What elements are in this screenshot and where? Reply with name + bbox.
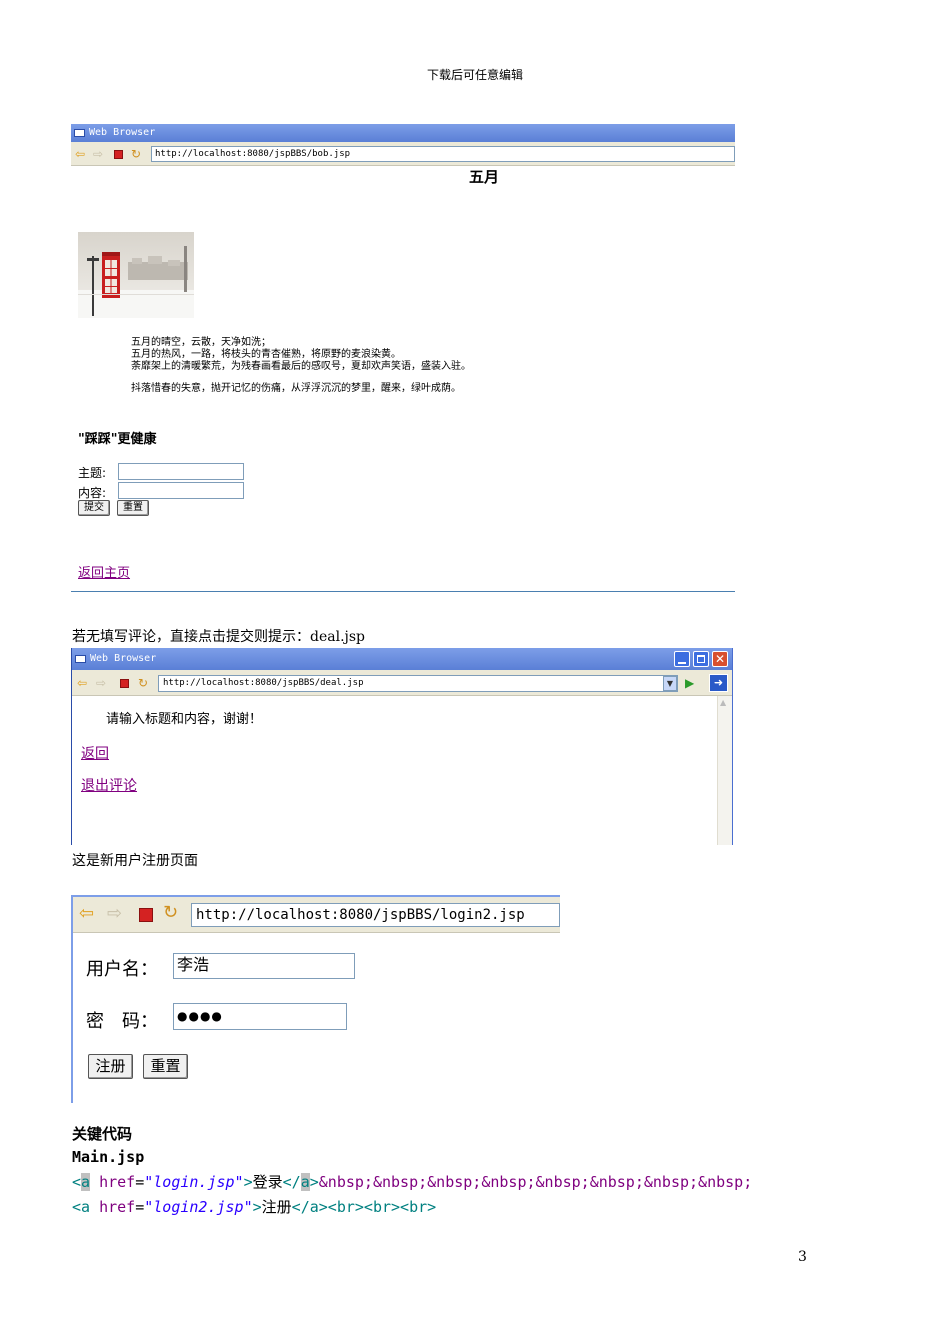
- code-token: <a: [72, 1198, 91, 1216]
- stop-icon[interactable]: [139, 908, 153, 922]
- code-token: >: [243, 1173, 253, 1191]
- back-arrow-icon[interactable]: ⇦: [79, 905, 94, 923]
- code-token: href: [90, 1173, 136, 1191]
- page-content: 五月 五月的晴空，云散，天净如洗； 五月的热风，一路，将枝头的青杏催熟，将原野的…: [71, 166, 735, 594]
- paragraph-deal: 若无填写评论，直接点击提交则提示：deal.jsp: [72, 629, 366, 645]
- forward-arrow-icon[interactable]: ⇨: [96, 676, 106, 690]
- code-token: a: [300, 1173, 310, 1191]
- code-token: "login.jsp": [144, 1173, 244, 1191]
- browser-window-deal: Web Browser ✕ ⇦ ⇨ ↻ http://localhost:808…: [71, 648, 733, 845]
- refresh-icon[interactable]: ↻: [131, 147, 141, 161]
- code-token: 登录: [252, 1173, 283, 1191]
- code-token: </: [282, 1173, 301, 1191]
- stop-icon[interactable]: [114, 150, 123, 159]
- reset-button[interactable]: 重置: [143, 1054, 188, 1079]
- page-header: 下载后可任意编辑: [426, 68, 523, 82]
- address-text: http://localhost:8080/jspBBS/login2.jsp: [196, 907, 525, 923]
- minimize-button[interactable]: [674, 651, 690, 667]
- home-link[interactable]: 返回主页: [78, 562, 130, 581]
- code-token: a: [81, 1173, 91, 1191]
- code-token: =: [135, 1173, 145, 1191]
- address-bar[interactable]: http://localhost:8080/jspBBS/deal.jsp: [158, 675, 678, 692]
- poem-block: 五月的晴空，云散，天净如洗； 五月的热风，一路，将枝头的青杏催熟，将原野的麦浪染…: [131, 337, 471, 395]
- browser-toolbar: ⇦ ⇨ ↻ http://localhost:8080/jspBBS/bob.j…: [71, 142, 735, 166]
- address-text: http://localhost:8080/jspBBS/bob.jsp: [155, 149, 351, 159]
- register-button[interactable]: 注册: [88, 1054, 133, 1079]
- poem-line: 抖落惜春的失意，抛开记忆的伤痛，从浮浮沉沉的梦里，醒来，绿叶成荫。: [131, 383, 461, 394]
- code-token: =: [135, 1198, 145, 1216]
- poem-line: 五月的热风，一路，将枝头的青杏催熟，将原野的麦浪染黄。: [131, 349, 401, 360]
- browser-window-bob: Web Browser ⇦ ⇨ ↻ http://localhost:8080/…: [71, 124, 735, 594]
- divider-line: [71, 591, 735, 592]
- scroll-up-icon[interactable]: ▲: [720, 698, 726, 707]
- code-line-1: <a href="login.jsp">登录</a>&nbsp;&nbsp;&n…: [72, 1170, 752, 1194]
- password-label: 密 码：: [86, 1011, 158, 1032]
- content-label: 内容:: [78, 486, 107, 500]
- username-input[interactable]: 李浩: [173, 953, 355, 979]
- code-token: 注册: [261, 1198, 292, 1216]
- code-token: "login2.jsp": [144, 1198, 253, 1216]
- username-label: 用户名：: [86, 959, 158, 980]
- browser-titlebar: Web Browser: [71, 124, 735, 142]
- address-bar[interactable]: http://localhost:8080/jspBBS/bob.jsp: [151, 146, 735, 162]
- address-text: http://localhost:8080/jspBBS/deal.jsp: [163, 678, 364, 688]
- refresh-icon[interactable]: ↻: [138, 676, 148, 690]
- password-value: ●●●●: [177, 1009, 223, 1023]
- exit-comment-link[interactable]: 退出评论: [81, 775, 137, 795]
- slogan-heading: "踩踩"更健康: [78, 432, 157, 447]
- refresh-icon[interactable]: ↻: [163, 904, 178, 922]
- code-token: href: [90, 1198, 136, 1216]
- code-token: >: [252, 1198, 262, 1216]
- code-token: <: [72, 1173, 82, 1191]
- browser-toolbar: ⇦ ⇨ ↻ http://localhost:8080/jspBBS/login…: [73, 897, 560, 933]
- subject-label: 主题:: [78, 466, 107, 480]
- stop-icon[interactable]: [120, 679, 129, 688]
- password-input[interactable]: ●●●●: [173, 1003, 347, 1030]
- poem-line: 五月的晴空，云散，天净如洗；: [131, 337, 271, 348]
- subject-input[interactable]: [118, 463, 244, 480]
- back-arrow-icon[interactable]: ⇦: [75, 147, 85, 161]
- prompt-message: 请输入标题和内容，谢谢！: [106, 712, 263, 727]
- back-link[interactable]: 返回: [81, 743, 109, 763]
- window-icon: [75, 655, 86, 663]
- code-token: >: [309, 1173, 319, 1191]
- code-filename: Main.jsp: [72, 1148, 145, 1166]
- browser-window-register: ⇦ ⇨ ↻ http://localhost:8080/jspBBS/login…: [71, 895, 560, 1105]
- browser-title: Web Browser: [89, 127, 156, 138]
- section-heading: 关键代码: [72, 1125, 133, 1143]
- forward-arrow-icon[interactable]: ⇨: [93, 147, 103, 161]
- window-icon: [74, 129, 85, 137]
- browser-titlebar: Web Browser ✕: [72, 648, 732, 670]
- poem-line: 荼靡架上的清暖繁荒，为残春画看最后的感叹号，夏却欢声笑语，盛装入驻。: [131, 361, 471, 372]
- snow-phonebox-image: [78, 232, 194, 318]
- address-dropdown-icon[interactable]: ▼: [663, 676, 677, 691]
- page-content: 用户名： 李浩 密 码： ●●●● 注册 重置: [73, 933, 560, 1105]
- address-bar[interactable]: http://localhost:8080/jspBBS/login2.jsp: [191, 903, 560, 927]
- code-line-2: <a href="login2.jsp">注册</a><br><br><br>: [72, 1195, 436, 1219]
- submit-button[interactable]: 提交: [78, 500, 110, 516]
- vertical-scrollbar[interactable]: ▲: [717, 696, 732, 845]
- username-value: 李浩: [177, 955, 210, 974]
- code-token: </a><br><br><br>: [291, 1198, 437, 1216]
- code-token: &nbsp;&nbsp;&nbsp;&nbsp;&nbsp;&nbsp;&nbs…: [318, 1173, 753, 1191]
- forward-arrow-icon[interactable]: ⇨: [107, 905, 122, 923]
- page-heading: 五月: [469, 168, 500, 186]
- go-arrow-icon[interactable]: ▶: [685, 676, 694, 690]
- content-input[interactable]: [118, 482, 244, 499]
- paragraph-register: 这是新用户注册页面: [72, 853, 198, 869]
- page-number: 3: [798, 1249, 807, 1265]
- reset-button[interactable]: 重置: [117, 500, 149, 516]
- go-button-icon[interactable]: ➜: [709, 674, 728, 692]
- page-content: 请输入标题和内容，谢谢！ 返回 退出评论 ▲: [72, 696, 732, 845]
- browser-title: Web Browser: [90, 653, 157, 664]
- close-button[interactable]: ✕: [712, 651, 728, 667]
- maximize-button[interactable]: [693, 651, 709, 667]
- browser-toolbar: ⇦ ⇨ ↻ http://localhost:8080/jspBBS/deal.…: [72, 670, 732, 696]
- back-arrow-icon[interactable]: ⇦: [77, 676, 87, 690]
